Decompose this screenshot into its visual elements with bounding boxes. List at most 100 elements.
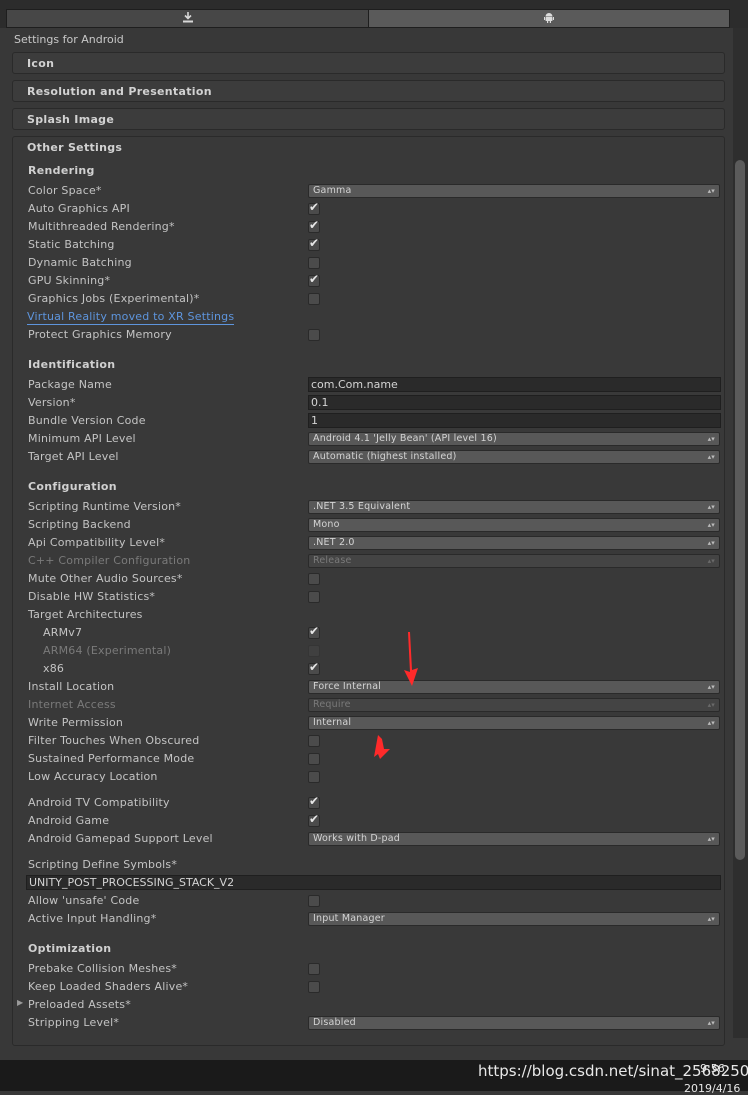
- min-api-level-dropdown[interactable]: Android 4.1 'Jelly Bean' (API level 16) ▴…: [308, 432, 720, 446]
- target-api-level-value: Automatic (highest installed): [313, 451, 457, 462]
- section-resolution[interactable]: Resolution and Presentation: [12, 80, 725, 102]
- min-api-level-label: Minimum API Level: [28, 432, 136, 445]
- unsafe-code-label: Allow 'unsafe' Code: [28, 894, 140, 907]
- color-space-dropdown[interactable]: Gamma ▴▾: [308, 184, 720, 198]
- checkmark-icon: ✔: [309, 236, 320, 250]
- dropdown-arrows-icon: ▴▾: [707, 1019, 715, 1027]
- settings-title: Settings for Android: [14, 33, 124, 46]
- clock-time: 9:56: [700, 1062, 725, 1075]
- bundle-version-code-field[interactable]: 1: [308, 413, 721, 428]
- prebake-collision-label: Prebake Collision Meshes*: [28, 962, 177, 975]
- multithreaded-rendering-checkbox[interactable]: ✔: [308, 218, 320, 233]
- api-compat-dropdown[interactable]: .NET 2.0 ▴▾: [308, 536, 720, 550]
- color-space-label: Color Space*: [28, 184, 102, 197]
- protect-graphics-memory-checkbox[interactable]: [308, 329, 320, 341]
- gpu-skinning-checkbox[interactable]: ✔: [308, 272, 320, 287]
- mute-audio-checkbox[interactable]: [308, 573, 320, 585]
- scripting-runtime-dropdown[interactable]: .NET 3.5 Equivalent ▴▾: [308, 500, 720, 514]
- input-handling-value: Input Manager: [313, 913, 385, 924]
- armv7-checkbox[interactable]: ✔: [308, 624, 320, 639]
- section-icon-title: Icon: [27, 57, 55, 70]
- section-resolution-title: Resolution and Presentation: [27, 85, 212, 98]
- graphics-jobs-checkbox[interactable]: [308, 293, 320, 305]
- stripping-level-label: Stripping Level*: [28, 1016, 120, 1029]
- dropdown-arrows-icon: ▴▾: [707, 683, 715, 691]
- section-splash[interactable]: Splash Image: [12, 108, 725, 130]
- standalone-platform-tab[interactable]: [6, 9, 369, 28]
- write-permission-value: Internal: [313, 717, 352, 728]
- gamepad-support-dropdown[interactable]: Works with D-pad ▴▾: [308, 832, 720, 846]
- input-handling-dropdown[interactable]: Input Manager ▴▾: [308, 912, 720, 926]
- prebake-collision-checkbox[interactable]: [308, 963, 320, 975]
- checkmark-icon: ✔: [309, 200, 320, 214]
- filter-touches-checkbox[interactable]: [308, 735, 320, 747]
- auto-graphics-api-label: Auto Graphics API: [28, 202, 130, 215]
- package-name-field[interactable]: com.Com.name: [308, 377, 721, 392]
- x86-checkbox[interactable]: ✔: [308, 660, 320, 675]
- preloaded-assets-label[interactable]: Preloaded Assets*: [28, 998, 131, 1011]
- write-permission-dropdown[interactable]: Internal ▴▾: [308, 716, 720, 730]
- stripping-level-dropdown[interactable]: Disabled ▴▾: [308, 1016, 720, 1030]
- min-api-level-value: Android 4.1 'Jelly Bean' (API level 16): [313, 433, 497, 444]
- static-batching-checkbox[interactable]: ✔: [308, 236, 320, 251]
- install-location-dropdown[interactable]: Force Internal ▴▾: [308, 680, 720, 694]
- dynamic-batching-label: Dynamic Batching: [28, 256, 132, 269]
- android-tv-checkbox[interactable]: ✔: [308, 794, 320, 809]
- low-accuracy-checkbox[interactable]: [308, 771, 320, 783]
- internet-access-dropdown: Require ▴▾: [308, 698, 720, 712]
- mute-audio-label: Mute Other Audio Sources*: [28, 572, 183, 585]
- dropdown-arrows-icon: ▴▾: [707, 435, 715, 443]
- keep-shaders-label: Keep Loaded Shaders Alive*: [28, 980, 189, 993]
- disable-hw-stats-label: Disable HW Statistics*: [28, 590, 156, 603]
- graphics-jobs-label: Graphics Jobs (Experimental)*: [28, 292, 200, 305]
- section-other-title[interactable]: Other Settings: [27, 141, 122, 154]
- configuration-header: Configuration: [28, 480, 117, 493]
- android-tv-label: Android TV Compatibility: [28, 796, 170, 809]
- install-location-label: Install Location: [28, 680, 115, 693]
- target-api-level-dropdown[interactable]: Automatic (highest installed) ▴▾: [308, 450, 720, 464]
- dropdown-arrows-icon: ▴▾: [707, 719, 715, 727]
- scripting-backend-dropdown[interactable]: Mono ▴▾: [308, 518, 720, 532]
- section-splash-title: Splash Image: [27, 113, 115, 126]
- target-api-level-label: Target API Level: [28, 450, 119, 463]
- vertical-scrollbar[interactable]: [733, 28, 748, 1038]
- android-platform-tab[interactable]: [368, 9, 730, 28]
- target-architectures-label: Target Architectures: [28, 608, 143, 621]
- android-game-checkbox[interactable]: ✔: [308, 812, 320, 827]
- auto-graphics-api-checkbox[interactable]: ✔: [308, 200, 320, 215]
- checkmark-icon: ✔: [309, 624, 320, 638]
- gamepad-support-label: Android Gamepad Support Level: [28, 832, 213, 845]
- scripting-backend-value: Mono: [313, 519, 340, 530]
- keep-shaders-checkbox[interactable]: [308, 981, 320, 993]
- android-icon: [544, 12, 554, 26]
- dynamic-batching-checkbox[interactable]: [308, 257, 320, 269]
- low-accuracy-label: Low Accuracy Location: [28, 770, 158, 783]
- version-field[interactable]: 0.1: [308, 395, 721, 410]
- download-icon: [182, 11, 194, 26]
- sustained-perf-checkbox[interactable]: [308, 753, 320, 765]
- checkmark-icon: ✔: [309, 660, 320, 674]
- filter-touches-label: Filter Touches When Obscured: [28, 734, 200, 747]
- static-batching-label: Static Batching: [28, 238, 115, 251]
- checkmark-icon: ✔: [309, 794, 320, 808]
- unsafe-code-checkbox[interactable]: [308, 895, 320, 907]
- checkmark-icon: ✔: [309, 218, 320, 232]
- version-label: Version*: [28, 396, 76, 409]
- scripting-backend-label: Scripting Backend: [28, 518, 131, 531]
- section-icon[interactable]: Icon: [12, 52, 725, 74]
- color-space-value: Gamma: [313, 185, 352, 196]
- internet-access-value: Require: [313, 699, 351, 710]
- dropdown-arrows-icon: ▴▾: [707, 539, 715, 547]
- disable-hw-stats-checkbox[interactable]: [308, 591, 320, 603]
- cpp-config-label: C++ Compiler Configuration: [28, 554, 191, 567]
- define-symbols-field[interactable]: UNITY_POST_PROCESSING_STACK_V2: [26, 875, 721, 890]
- dropdown-arrows-icon: ▴▾: [707, 187, 715, 195]
- vr-settings-link[interactable]: Virtual Reality moved to XR Settings: [27, 310, 235, 325]
- dropdown-arrows-icon: ▴▾: [707, 701, 715, 709]
- foldout-arrow-icon[interactable]: ▶: [17, 998, 23, 1007]
- scrollbar-thumb[interactable]: [735, 160, 745, 860]
- red-arrow-annotation-icon: [374, 735, 390, 759]
- write-permission-label: Write Permission: [28, 716, 124, 729]
- identification-header: Identification: [28, 358, 116, 371]
- define-symbols-label: Scripting Define Symbols*: [28, 858, 178, 871]
